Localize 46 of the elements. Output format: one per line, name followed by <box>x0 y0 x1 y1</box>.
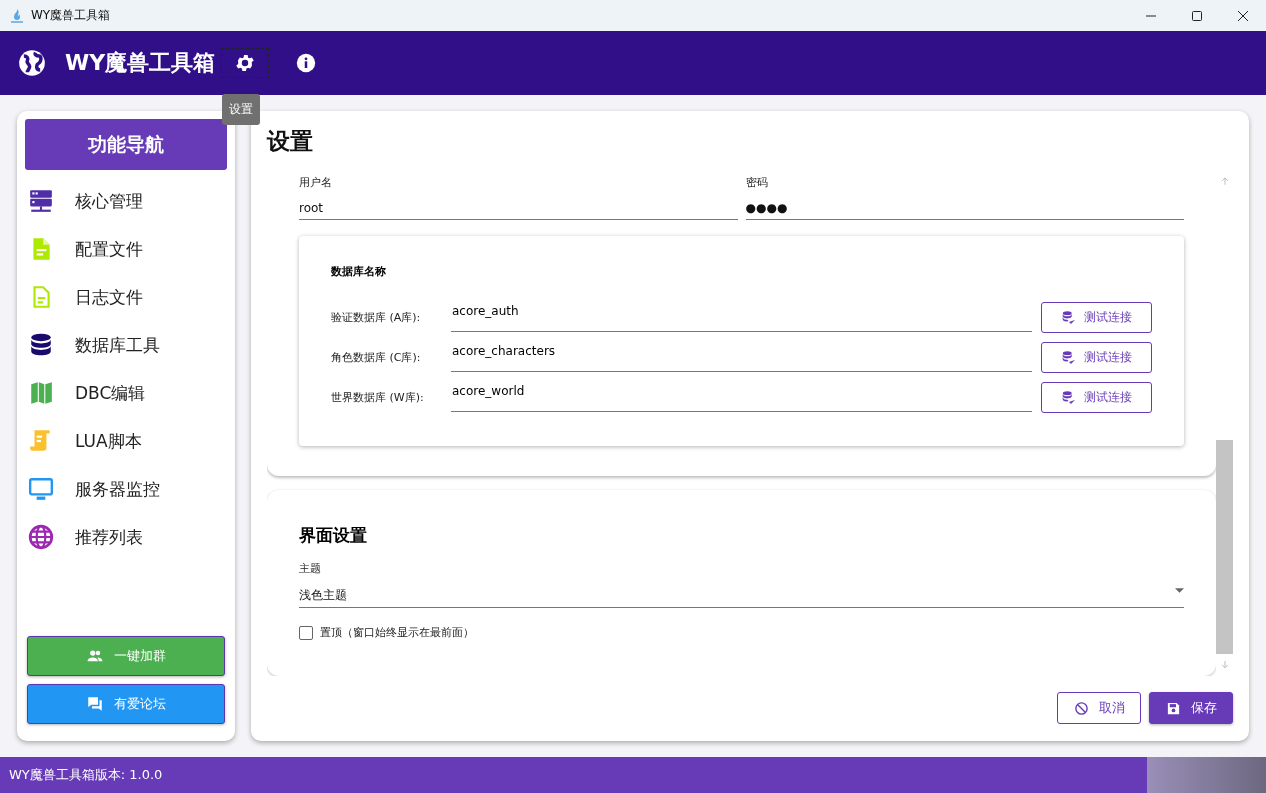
cancel-button[interactable]: 取消 <box>1057 692 1141 724</box>
page-title: 设置 <box>267 127 314 156</box>
text-field[interactable]: 密码 ●●●● <box>745 175 1184 220</box>
close-icon[interactable] <box>1237 9 1249 22</box>
nav-item[interactable]: 服务器监控 <box>25 465 227 513</box>
field-label: 世界数据库 (W库): <box>331 389 425 405</box>
info-icon[interactable] <box>296 53 317 73</box>
maximize-icon[interactable] <box>1191 9 1203 22</box>
version-text: WY魔兽工具箱版本: 1.0.0 <box>9 766 163 784</box>
text-field[interactable]: 用户名 root <box>299 175 738 220</box>
nav-item[interactable]: 日志文件 <box>25 273 227 321</box>
nav-item[interactable]: 配置文件 <box>25 225 227 273</box>
flame-icon <box>9 7 25 24</box>
globe-icon <box>18 49 46 77</box>
nav-item[interactable]: 核心管理 <box>25 177 227 225</box>
nav-item[interactable]: LUA脚本 <box>25 417 227 465</box>
block-icon <box>1073 700 1089 716</box>
nav-item[interactable]: 推荐列表 <box>25 513 227 561</box>
caret-icon <box>1175 587 1184 593</box>
save-button[interactable]: 保存 <box>1149 692 1233 724</box>
theme-dropdown[interactable]: 主题 浅色主题 <box>299 561 1184 608</box>
input-field[interactable]: acore_auth <box>451 302 1032 332</box>
section-heading: 界面设置 <box>299 524 368 547</box>
window-title: WY魔兽工具箱 <box>31 7 111 24</box>
database-check-icon <box>1061 389 1076 405</box>
input-field[interactable]: acore_world <box>451 382 1032 412</box>
test-connection-button[interactable]: 测试连接 <box>1041 341 1152 373</box>
database-check-icon <box>1061 349 1076 365</box>
checkbox[interactable] <box>299 625 313 640</box>
input-field[interactable]: acore_characters <box>451 342 1032 372</box>
scroll-thumb[interactable] <box>1216 439 1233 655</box>
nav-item[interactable]: 数据库工具 <box>25 321 227 369</box>
nav-header: 功能导航 <box>25 119 227 170</box>
test-connection-button[interactable]: 测试连接 <box>1041 381 1152 413</box>
topmost-checkbox[interactable]: 置顶（窗口始终显示在最前面） <box>299 625 474 640</box>
nav-item[interactable]: DBC编辑 <box>25 369 227 417</box>
settings-icon <box>234 52 257 74</box>
section-heading: 数据库名称 <box>331 264 387 279</box>
app-title: WY魔兽工具箱 <box>65 49 216 77</box>
field-label: 验证数据库 (A库): <box>331 309 422 325</box>
database-check-icon <box>1061 309 1076 325</box>
tooltip: 设置 <box>222 94 260 125</box>
test-connection-button[interactable]: 测试连接 <box>1041 301 1152 333</box>
forum-icon <box>86 695 104 713</box>
field-label: 角色数据库 (C库): <box>331 349 422 365</box>
settings-button[interactable] <box>221 48 270 78</box>
